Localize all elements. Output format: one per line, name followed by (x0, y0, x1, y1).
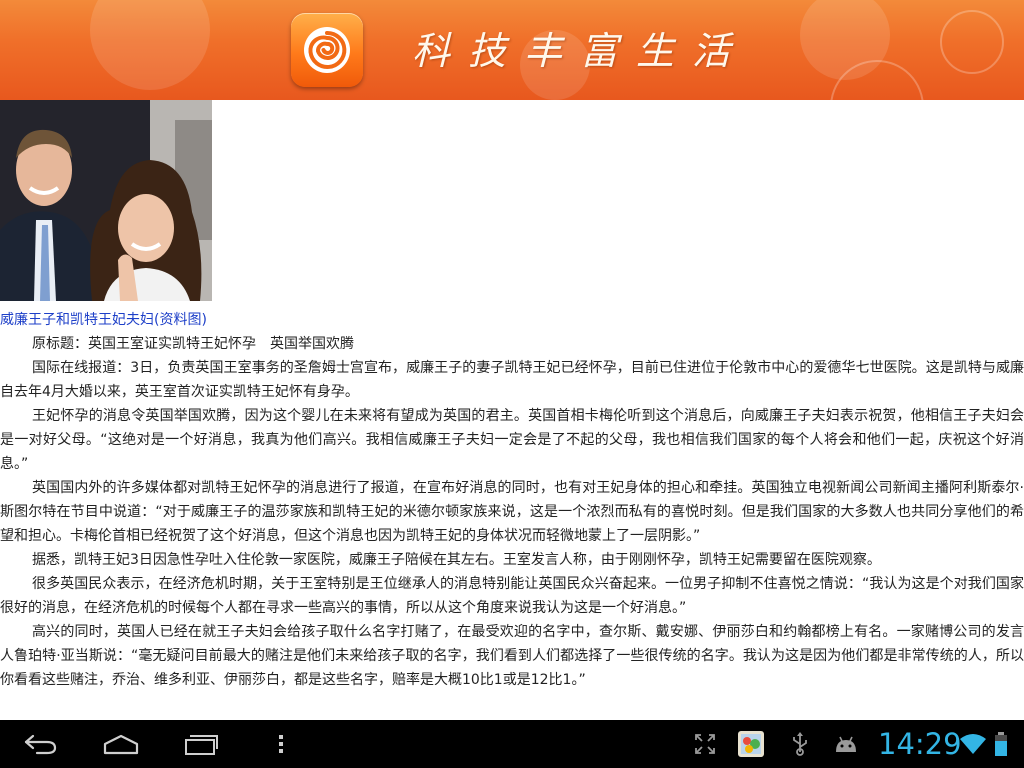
swirl-logo-icon[interactable] (291, 13, 363, 87)
article-paragraph: 很多英国民众表示，在经济危机时期，关于王室特别是王位继承人的消息特别能让英国民众… (0, 576, 1024, 616)
gallery-notification-icon (738, 731, 764, 757)
recent-apps-button[interactable] (176, 720, 226, 768)
battery-icon (995, 732, 1007, 756)
wifi-icon (960, 734, 986, 754)
screen-compat-button[interactable] (690, 720, 720, 768)
article-photo (0, 100, 212, 301)
status-clock: 14:29 (878, 727, 962, 761)
app-title: 科技丰富生活 (412, 29, 749, 73)
back-button[interactable] (16, 720, 66, 768)
article-paragraph: 国际在线报道：3日，负责英国王室事务的圣詹姆士宫宣布，威廉王子的妻子凯特王妃已经… (0, 360, 1024, 400)
image-caption-link[interactable]: 威廉王子和凯特王妃夫妇(资料图) (0, 308, 1024, 332)
article-paragraph: 据悉，凯特王妃3日因急性孕吐入住伦敦一家医院，威廉王子陪候在其左右。王室发言人称… (32, 552, 881, 568)
swirl-logo-glyph (304, 27, 350, 73)
home-button[interactable] (96, 720, 146, 768)
home-icon (103, 734, 139, 755)
back-icon (24, 734, 57, 755)
usb-status (786, 720, 814, 768)
android-debug-icon (836, 736, 856, 752)
wifi-status (958, 720, 988, 768)
app-header: 科技丰富生活 (0, 0, 1024, 100)
screen-compat-icon (695, 734, 715, 754)
overflow-menu-icon (279, 735, 283, 753)
battery-status (990, 720, 1012, 768)
overflow-menu-button[interactable] (266, 720, 296, 768)
banner-ring (940, 10, 1004, 74)
article-paragraph: 王妃怀孕的消息令英国举国欢腾，因为这个婴儿在未来将有望成为英国的君主。英国首相卡… (0, 408, 1024, 472)
article-paragraph: 高兴的同时，英国人已经在就王子夫妇会给孩子取什么名字打赌了，在最受欢迎的名字中，… (0, 624, 1024, 688)
gallery-notification[interactable] (734, 720, 768, 768)
usb-icon (793, 732, 807, 756)
article-body: 原标题：英国王室证实凯特王妃怀孕 英国举国欢腾 国际在线报道：3日，负责英国王室… (0, 332, 1024, 692)
article-paragraph: 英国国内外的许多媒体都对凯特王妃怀孕的消息进行了报道，在宣布好消息的同时，也有对… (0, 480, 1024, 544)
banner-bokeh (90, 0, 210, 90)
article-paragraph: 原标题：英国王室证实凯特王妃怀孕 英国举国欢腾 (32, 336, 354, 352)
android-debug-status (830, 720, 862, 768)
recent-apps-icon (185, 735, 218, 755)
system-navigation-bar: 14:29 (0, 720, 1024, 768)
couple-photo-illustration (0, 100, 212, 301)
